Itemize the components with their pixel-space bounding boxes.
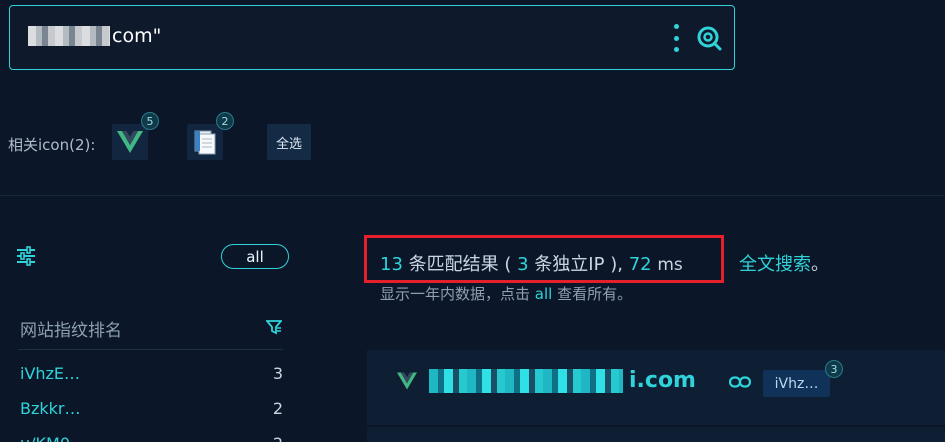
tag-count-badge: 3 — [825, 360, 843, 378]
fingerprint-tag[interactable]: iVhz… 3 — [763, 360, 843, 397]
list-item[interactable]: iVhzE… 3 — [20, 356, 283, 391]
result-host-link[interactable]: i.com — [429, 368, 696, 393]
search-icon[interactable] — [696, 25, 722, 51]
related-count-badge: 5 — [141, 112, 159, 130]
search-query-suffix: com" — [112, 25, 162, 47]
search-box[interactable]: com" — [9, 5, 735, 70]
vue-logo-icon — [397, 372, 417, 390]
hint-all-link[interactable]: all — [535, 285, 553, 303]
result-stats: 13 条匹配结果 ( 3 条独立IP ), 72 ms — [380, 250, 683, 276]
fingerprint-ranking-title: 网站指纹排名 — [20, 321, 122, 341]
list-item[interactable]: Bzkkr… 2 — [20, 391, 283, 426]
fulltext-search-link[interactable]: 全文搜索。 — [739, 250, 829, 276]
select-all-button[interactable]: 全选 — [267, 124, 311, 160]
more-options-icon[interactable] — [672, 24, 680, 52]
ip-count: 3 — [517, 254, 529, 275]
all-toggle-button[interactable]: all — [221, 244, 289, 269]
divider — [18, 349, 283, 350]
vue-logo-icon — [117, 131, 143, 153]
redacted-text — [429, 368, 623, 393]
redacted-text — [28, 26, 110, 46]
query-time-unit: ms — [657, 255, 683, 275]
fulltext-search-label: 全文搜索 — [739, 254, 811, 275]
divider — [0, 195, 945, 196]
document-icon — [194, 130, 216, 155]
hint-prefix: 显示一年内数据，点击 — [380, 285, 531, 303]
fingerprint-list: iVhzE… 3 Bzkkr… 2 u/KM0… 2 — [20, 356, 283, 442]
related-icon-vue[interactable]: 5 — [112, 112, 159, 160]
result-host-suffix: i.com — [629, 368, 696, 393]
related-icons-label: 相关icon(2): — [8, 135, 96, 154]
date-range-hint: 显示一年内数据，点击 all 查看所有。 — [380, 283, 632, 304]
hint-suffix: 查看所有。 — [557, 285, 633, 303]
related-count-badge: 2 — [216, 112, 234, 130]
list-item-name: Bzkkr… — [20, 399, 81, 418]
link-icon[interactable] — [729, 376, 751, 388]
filter-settings-icon[interactable] — [16, 246, 36, 266]
funnel-icon[interactable] — [266, 319, 282, 335]
list-item-count: 2 — [272, 399, 283, 418]
search-query[interactable]: com" — [28, 25, 161, 47]
related-icon-document[interactable]: 2 — [187, 112, 234, 160]
related-icons-row: 相关icon(2): 5 2 全选 — [8, 112, 311, 163]
match-count: 13 — [380, 254, 403, 275]
fingerprint-tag-label: iVhz… — [774, 375, 819, 392]
list-item-count: 2 — [273, 434, 283, 442]
ip-text: 条独立IP ), — [534, 254, 623, 275]
query-time: 72 — [628, 254, 652, 275]
list-item-name: iVhzE… — [20, 364, 81, 383]
list-item[interactable]: u/KM0… 2 — [20, 426, 283, 442]
list-item-count: 3 — [272, 364, 283, 383]
list-item-name: u/KM0… — [20, 434, 86, 442]
match-text: 条匹配结果 ( — [408, 254, 512, 275]
result-card: i.com iVhz… 3 — [367, 350, 945, 425]
result-card — [367, 427, 945, 442]
fulltext-search-end: 。 — [811, 254, 829, 275]
